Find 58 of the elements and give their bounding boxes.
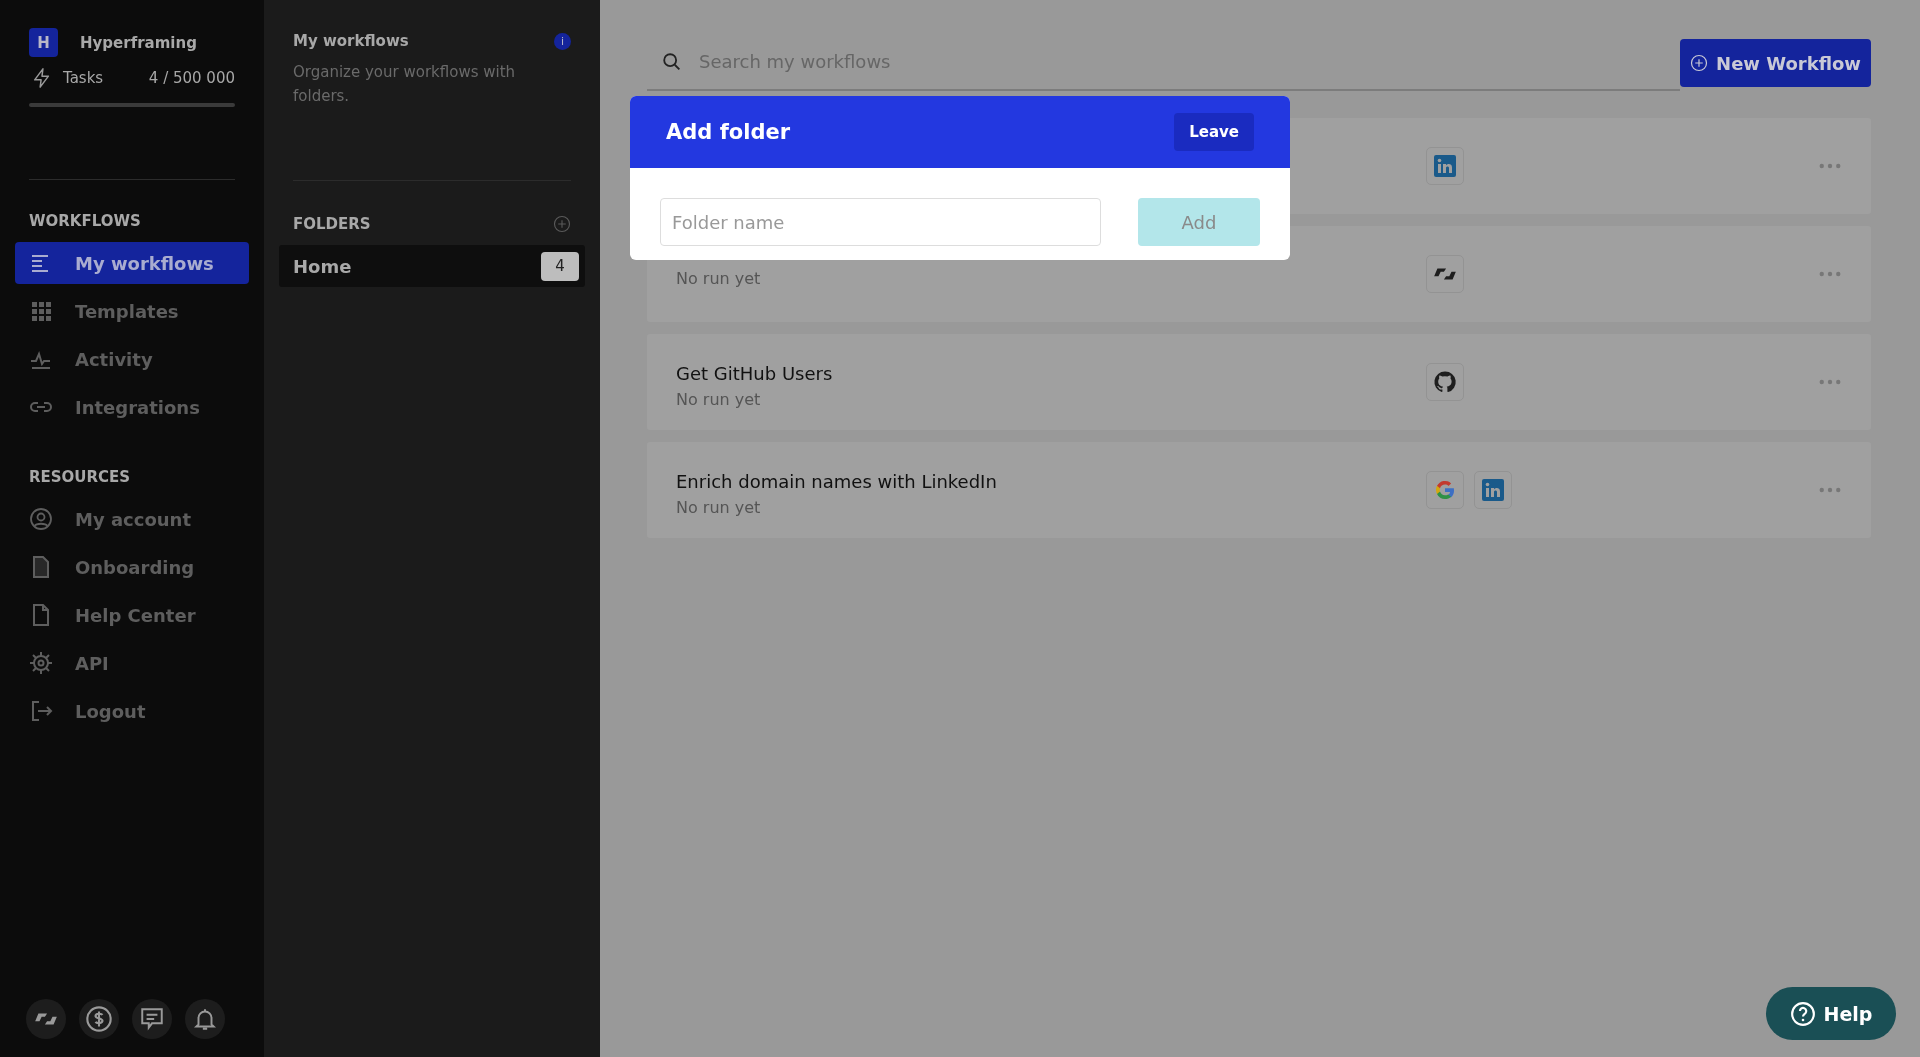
bell-icon	[192, 1006, 218, 1032]
github-icon	[1426, 363, 1464, 401]
panel-description: Organize your workflows with folders.	[293, 62, 517, 107]
user-icon	[29, 507, 53, 531]
help-icon	[1789, 1000, 1816, 1027]
more-options-icon[interactable]	[1819, 379, 1841, 385]
workflow-status: No run yet	[676, 498, 762, 517]
folder-item[interactable]: Home 4	[279, 245, 585, 287]
plus-icon	[1690, 54, 1709, 72]
section-heading: RESOURCES	[28, 467, 132, 488]
workflow-title: Get GitHub Users	[676, 363, 834, 384]
workflow-card[interactable]: Enrich domain names with LinkedIn No run yet	[647, 442, 1871, 538]
nav-item[interactable]: Onboarding	[15, 546, 249, 588]
google-icon	[1426, 471, 1464, 509]
folder-name-field[interactable]: Folder name	[660, 198, 1101, 246]
logout-icon	[29, 699, 53, 723]
billing-button[interactable]	[79, 999, 119, 1039]
folder-name: Home	[293, 255, 352, 277]
grid-icon	[29, 299, 53, 323]
nav-item[interactable]: Activity	[15, 338, 249, 380]
workflow-status: No run yet	[676, 390, 762, 409]
folder-count: 4	[541, 251, 579, 281]
nav-item[interactable]: My account	[15, 498, 249, 540]
tasks-count: 4 / 500 000	[148, 69, 235, 87]
logo-button[interactable]	[26, 999, 66, 1039]
linkedin-icon	[1426, 147, 1464, 185]
tasks-label: Tasks	[63, 69, 104, 87]
workflow-title: Enrich domain names with LinkedIn	[676, 471, 998, 492]
nav-item[interactable]: Logout	[15, 690, 249, 732]
search-icon	[661, 50, 683, 73]
chat-icon	[139, 1006, 165, 1032]
notifications-button[interactable]	[185, 999, 225, 1039]
dollar-icon	[85, 1005, 113, 1033]
workflow-card[interactable]: Get GitHub Users No run yet	[647, 334, 1871, 430]
new-workflow-button[interactable]: New Workflow	[1680, 39, 1871, 87]
chat-button[interactable]	[132, 999, 172, 1039]
nav-item[interactable]: Help Center	[15, 594, 249, 636]
workspace-avatar: H	[29, 28, 58, 57]
panel-title: My workflows	[293, 32, 409, 50]
leave-button[interactable]: Leave	[1174, 113, 1254, 151]
add-folder-icon[interactable]	[553, 215, 571, 233]
more-options-icon[interactable]	[1819, 271, 1841, 277]
nav-item[interactable]: API	[15, 642, 249, 684]
settings-icon	[29, 651, 53, 675]
info-badge[interactable]: i	[554, 32, 571, 50]
workspace-name: Hyperframing	[80, 33, 197, 52]
dialog-title: Add folder	[666, 120, 791, 144]
nav-item[interactable]: My workflows	[15, 242, 249, 284]
more-options-icon[interactable]	[1819, 487, 1841, 493]
more-options-icon[interactable]	[1819, 163, 1841, 169]
help-button[interactable]: Help	[1766, 987, 1896, 1040]
workflow-status: No run yet	[676, 268, 762, 288]
section-heading: FOLDERS	[293, 215, 371, 233]
section-heading: WORKFLOWS	[28, 211, 142, 232]
nav-item[interactable]: Templates	[15, 290, 249, 332]
linkedin-icon	[1474, 471, 1512, 509]
logo-icon	[1426, 255, 1464, 293]
nav-item[interactable]: Integrations	[15, 386, 249, 428]
